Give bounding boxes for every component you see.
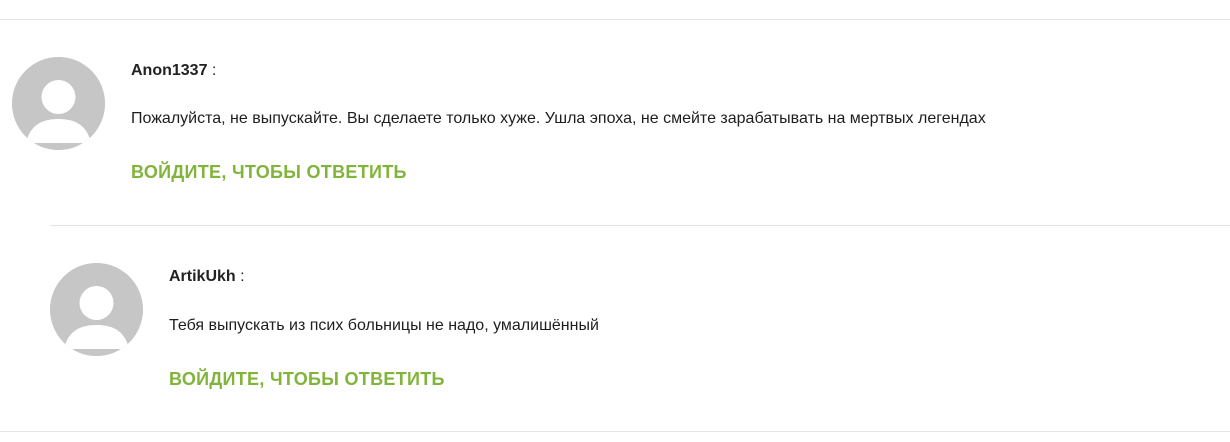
login-to-reply-link[interactable]: ВОЙДИТЕ, ЧТОБЫ ОТВЕТИТЬ	[131, 161, 407, 183]
author-separator: :	[211, 62, 217, 79]
comment-author: Anon1337	[131, 62, 208, 79]
default-user-avatar-icon	[12, 57, 105, 150]
comment-divider-top	[0, 19, 1230, 20]
comment-author: ArtikUkh	[169, 268, 236, 285]
comment-divider-bottom	[0, 431, 1230, 432]
login-to-reply-link[interactable]: ВОЙДИТЕ, ЧТОБЫ ОТВЕТИТЬ	[169, 368, 445, 390]
user-avatar	[12, 57, 105, 150]
user-avatar	[50, 263, 143, 356]
comment-author-line: ArtikUkh :	[169, 267, 245, 287]
comment-divider	[50, 225, 1230, 226]
comment-author-line: Anon1337 :	[131, 61, 216, 81]
default-user-avatar-icon	[50, 263, 143, 356]
comment-text: Тебя выпускать из псих больницы не надо,…	[169, 317, 599, 334]
comment-text: Пожалуйста, не выпускайте. Вы сделаете т…	[131, 110, 986, 127]
author-separator: :	[240, 268, 245, 285]
